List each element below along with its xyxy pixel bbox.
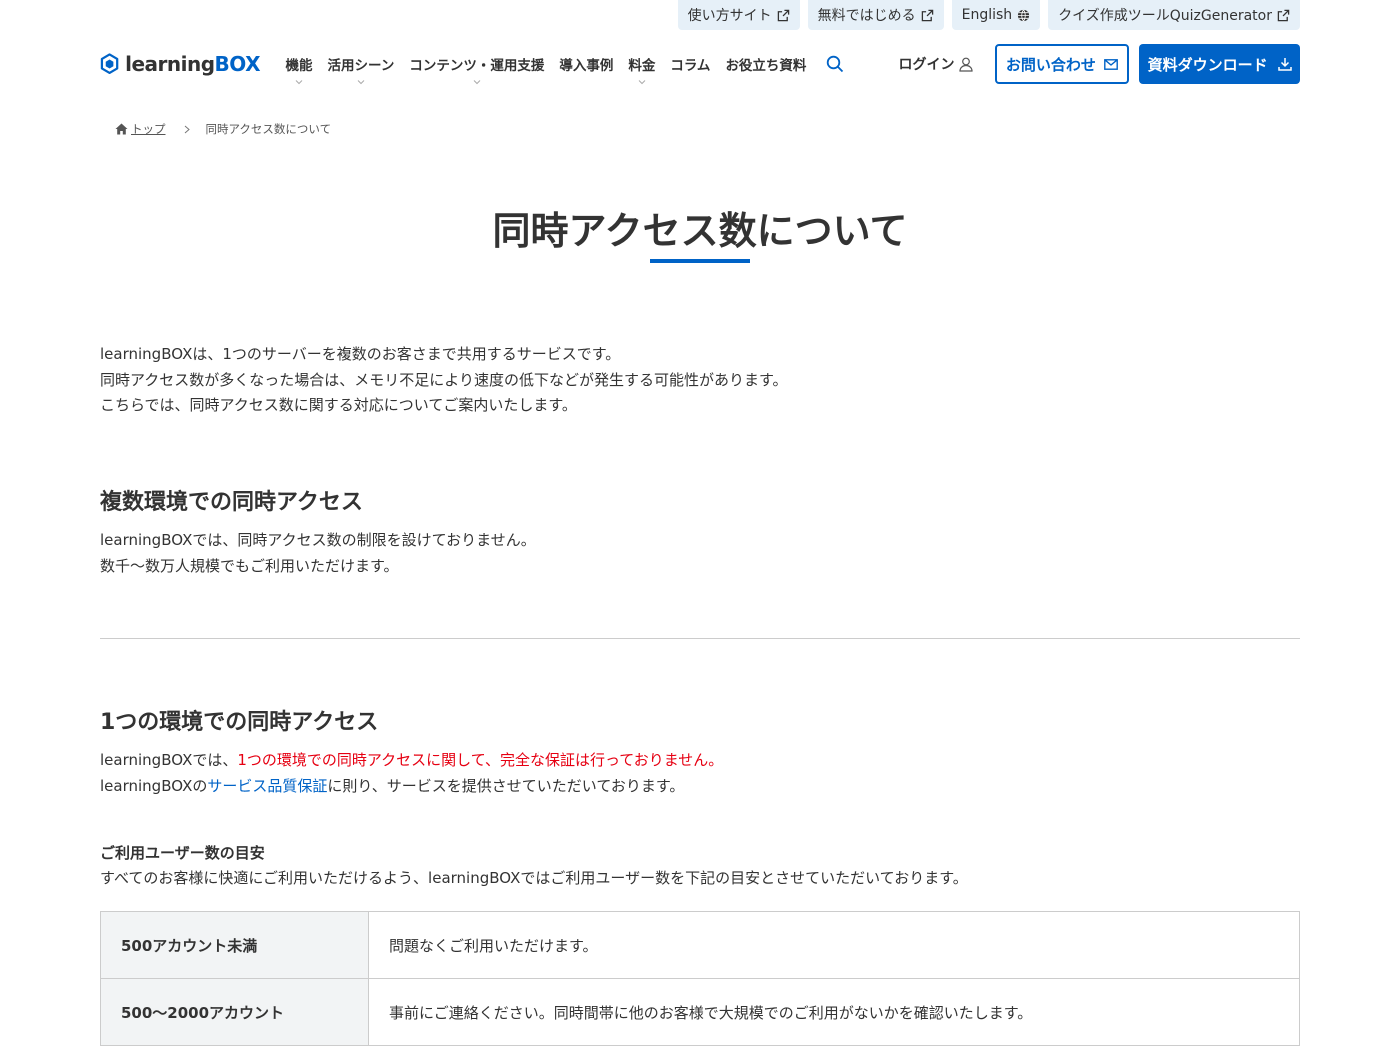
intro-line: こちらでは、同時アクセス数に関する対応についてご案内いたします。: [100, 396, 577, 414]
logo-cube-icon: [100, 53, 119, 75]
intro-text: learningBOXは、1つのサーバーを複数のお客さまで共用するサービスです。…: [100, 342, 1300, 419]
chevron-down-icon: [357, 80, 365, 85]
breadcrumb-home-label: トップ: [131, 122, 166, 136]
download-button-label: 資料ダウンロード: [1147, 55, 1268, 74]
nav-item-label: 料金: [628, 58, 656, 74]
breadcrumb-current: 同時アクセス数について: [205, 122, 332, 136]
section-line: learningBOXのサービス品質保証に則り、サービスを提供させていただいてお…: [100, 774, 1300, 800]
nav-item-case-studies[interactable]: 導入事例: [552, 44, 621, 84]
nav-item-use-cases[interactable]: 活用シーン: [320, 44, 402, 85]
section-heading-single-env: 1つの環境での同時アクセス: [100, 710, 379, 735]
section-line: learningBOXでは、1つの環境での同時アクセスに関して、完全な保証は行っ…: [100, 748, 1300, 774]
download-icon: [1277, 58, 1292, 71]
chevron-right-icon: [184, 125, 190, 133]
utility-bar: 使い方サイト 無料ではじめる English クイズ作成ツールQuizGener…: [677, 0, 1300, 30]
download-button[interactable]: 資料ダウンロード: [1139, 44, 1300, 84]
text-segment: に則り、サービスを提供させていただいております。: [327, 776, 685, 795]
section-divider: [100, 638, 1300, 639]
section-line: 数千〜数万人規模でもご利用いただけます。: [100, 556, 399, 575]
section-body-multi-env: learningBOXでは、同時アクセス数の制限を設けておりません。 数千〜数万…: [100, 528, 1300, 579]
section-line: learningBOXでは、同時アクセス数の制限を設けておりません。: [100, 531, 536, 549]
mail-icon: [1103, 58, 1118, 70]
breadcrumb-home-link[interactable]: トップ: [115, 121, 166, 137]
main-nav: 機能 活用シーン コンテンツ・運用支援 導入事例 料金 コラム お役立ち資料: [278, 44, 814, 85]
section-heading-multi-env: 複数環境での同時アクセス: [100, 490, 363, 515]
external-link-icon: [921, 9, 933, 21]
utility-link-label: クイズ作成ツールQuizGenerator: [1058, 8, 1272, 24]
search-button[interactable]: [824, 52, 847, 76]
nav-item-label: コラム: [670, 58, 711, 74]
guide-text: すべてのお客様に快適にご利用いただけるよう、learningBOXではご利用ユー…: [100, 869, 968, 887]
utility-link-label: 使い方サイト: [687, 8, 772, 24]
external-link-icon: [777, 9, 789, 21]
site-header: learningBOX 機能 活用シーン コンテンツ・運用支援 導入事例 料金 …: [100, 44, 1300, 85]
intro-line: 同時アクセス数が多くなった場合は、メモリ不足により速度の低下などが発生する可能性…: [100, 370, 788, 389]
nav-item-label: 導入事例: [559, 58, 614, 74]
nav-item-column[interactable]: コラム: [663, 44, 718, 84]
search-icon: [827, 55, 844, 73]
login-label: ログイン: [898, 57, 955, 73]
nav-item-content-support[interactable]: コンテンツ・運用支援: [402, 44, 552, 85]
utility-link-quiz-generator[interactable]: クイズ作成ツールQuizGenerator: [1048, 0, 1300, 30]
logo-wordmark: learningBOX: [125, 52, 260, 76]
globe-icon: [1018, 9, 1030, 21]
nav-item-label: コンテンツ・運用支援: [409, 58, 545, 74]
external-link-icon: [1277, 9, 1290, 21]
table-cell: 事前にご連絡ください。同時間帯に他のお客様で大規模でのご利用がないかを確認いたし…: [368, 978, 1300, 1046]
guide-heading: ご利用ユーザー数の目安: [100, 844, 265, 862]
utility-link-free-trial[interactable]: 無料ではじめる: [807, 0, 944, 30]
chevron-down-icon: [638, 80, 646, 85]
warning-text: 1つの環境での同時アクセスに関して、完全な保証は行っておりません。: [237, 751, 724, 769]
user-icon: [958, 57, 973, 72]
nav-item-label: お役立ち資料: [725, 58, 807, 74]
home-icon: [115, 123, 128, 135]
text-segment: learningBOXの: [100, 776, 208, 795]
nav-item-resources[interactable]: お役立ち資料: [718, 44, 814, 84]
utility-link-label: English: [961, 7, 1013, 23]
user-count-table: 500アカウント未満 問題なくご利用いただけます。 500〜2000アカウント …: [100, 911, 1300, 1046]
utility-link-label: 無料ではじめる: [817, 8, 916, 24]
section-body-single-env: learningBOXでは、1つの環境での同時アクセスに関して、完全な保証は行っ…: [100, 748, 1300, 799]
contact-button[interactable]: お問い合わせ: [994, 44, 1130, 84]
site-logo[interactable]: learningBOX: [100, 47, 261, 81]
page-title: 同時アクセス数について: [492, 209, 908, 253]
table-header-cell: 500〜2000アカウント: [100, 978, 369, 1046]
text-segment: learningBOXでは、: [100, 751, 238, 769]
nav-item-features[interactable]: 機能: [278, 44, 320, 85]
chevron-down-icon: [295, 80, 303, 85]
breadcrumb: トップ 同時アクセス数について: [115, 121, 331, 137]
sla-link[interactable]: サービス品質保証: [207, 777, 327, 795]
title-underline: [650, 259, 750, 263]
nav-item-label: 活用シーン: [327, 58, 395, 74]
intro-line: learningBOXは、1つのサーバーを複数のお客さまで共用するサービスです。: [100, 345, 621, 363]
utility-link-guide[interactable]: 使い方サイト: [677, 0, 800, 30]
login-link[interactable]: ログイン: [899, 54, 973, 74]
table-row: 500アカウント未満 問題なくご利用いただけます。: [100, 911, 1300, 979]
nav-item-label: 機能: [285, 58, 313, 74]
table-cell: 問題なくご利用いただけます。: [368, 911, 1300, 979]
nav-item-pricing[interactable]: 料金: [621, 44, 663, 85]
utility-link-english[interactable]: English: [951, 0, 1041, 30]
table-row: 500〜2000アカウント 事前にご連絡ください。同時間帯に他のお客様で大規模で…: [100, 978, 1300, 1046]
contact-button-label: お問い合わせ: [1005, 55, 1096, 74]
table-header-cell: 500アカウント未満: [100, 911, 369, 979]
chevron-down-icon: [473, 80, 481, 85]
